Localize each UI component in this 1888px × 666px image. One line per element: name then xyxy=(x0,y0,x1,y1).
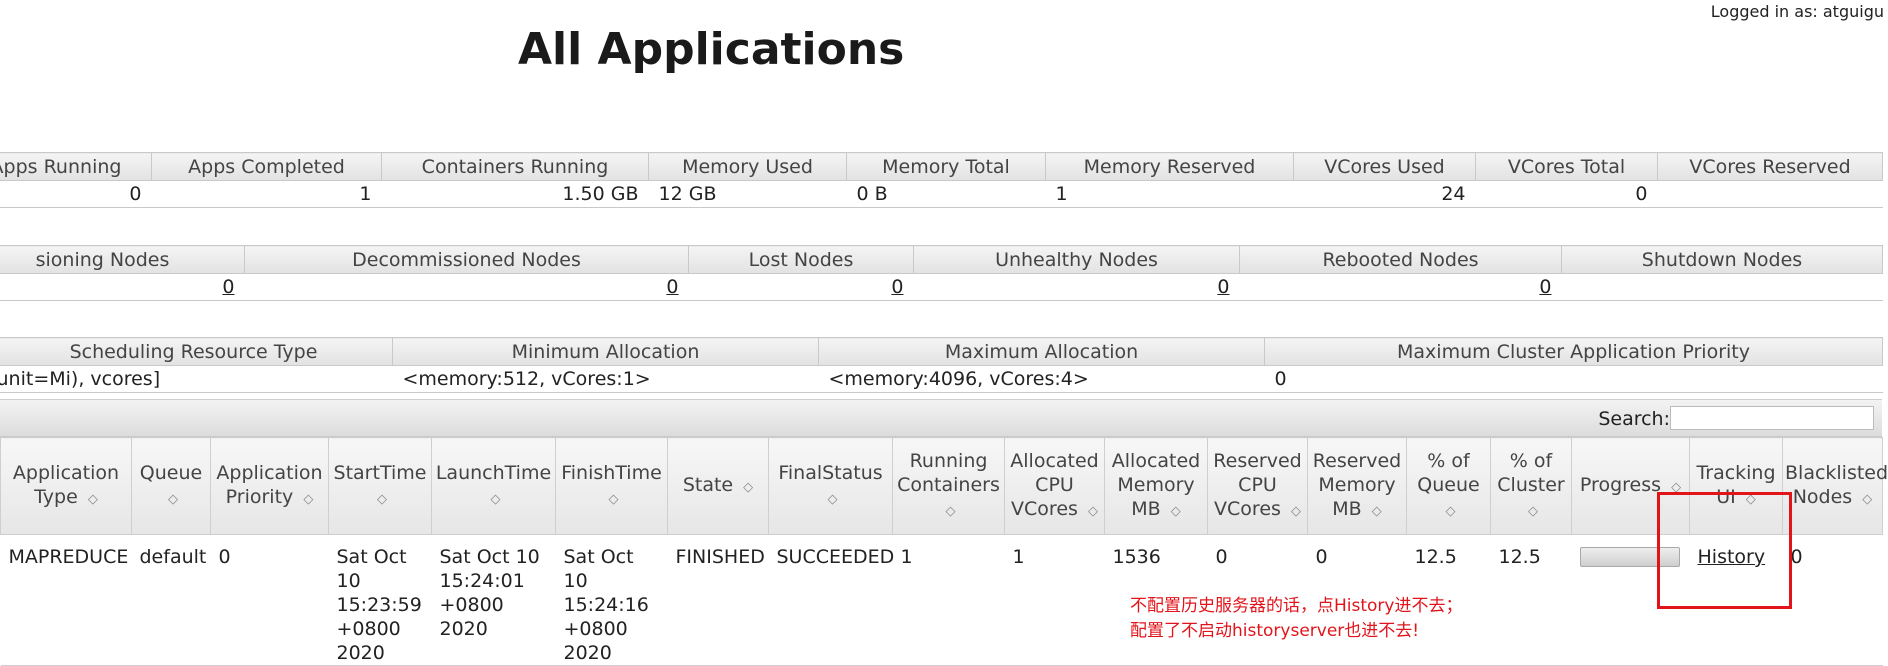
sort-icon: ◇ xyxy=(490,491,501,507)
cluster-metrics-table: Apps Running Apps Completed Containers R… xyxy=(0,152,1883,208)
link-lost-nodes[interactable]: 0 xyxy=(666,276,678,298)
cell-state: FINISHED xyxy=(667,534,769,666)
header-decommissioned-nodes: Decommissioned Nodes xyxy=(244,245,689,274)
cell-final-status: SUCCEEDED xyxy=(768,534,894,666)
link-decommissioned-nodes[interactable]: 0 xyxy=(222,276,234,298)
header-rebooted-nodes: Rebooted Nodes xyxy=(1239,245,1562,274)
header-maximum-allocation: Maximum Allocation xyxy=(818,337,1265,366)
header-memory-total: Memory Total xyxy=(846,152,1046,181)
sort-icon: ◇ xyxy=(1371,503,1382,519)
sort-icon: ◇ xyxy=(87,491,98,507)
highlight-box xyxy=(1657,492,1792,609)
header-apps-completed: Apps Completed xyxy=(151,152,382,181)
header-minimum-allocation: Minimum Allocation xyxy=(392,337,819,366)
header-vcores-used: VCores Used xyxy=(1293,152,1476,181)
value-memory-reserved: 1 xyxy=(1045,180,1294,208)
sort-icon: ◇ xyxy=(1290,503,1301,519)
header-vcores-reserved: VCores Reserved xyxy=(1657,152,1883,181)
cell-running-containers: 1 xyxy=(892,534,1005,666)
value-apps-running: 0 xyxy=(0,180,152,208)
cell-pct-cluster: 12.5 xyxy=(1490,534,1572,666)
value-vcores-used: 24 xyxy=(1293,180,1476,208)
value-vcores-reserved xyxy=(1657,180,1883,208)
header-memory-reserved: Memory Reserved xyxy=(1045,152,1294,181)
col-allocated-cpu-vcores[interactable]: Allocated CPU VCores ◇ xyxy=(1004,437,1105,535)
link-shutdown-nodes[interactable]: 0 xyxy=(1539,276,1551,298)
value-minimum-allocation: <memory:512, vCores:1> xyxy=(392,365,819,393)
header-memory-used: Memory Used xyxy=(648,152,847,181)
col-queue[interactable]: Queue ◇ xyxy=(131,437,211,535)
value-containers-running: 1.50 GB xyxy=(381,180,649,208)
header-decommissioning-nodes: sioning Nodes xyxy=(0,245,245,274)
sort-icon: ◇ xyxy=(827,491,838,507)
value-empty xyxy=(1561,273,1883,301)
sort-icon: ◇ xyxy=(945,503,956,519)
sort-icon: ◇ xyxy=(1862,491,1873,507)
login-status: Logged in as: atguigu xyxy=(1710,2,1884,21)
annotation-line-1: 不配置历史服务器的话，点History进不去； xyxy=(1130,596,1463,616)
cell-blacklisted-nodes: 0 xyxy=(1782,534,1883,666)
cell-application-type: MAPREDUCE xyxy=(0,534,132,666)
header-apps-running: Apps Running xyxy=(0,152,152,181)
table-row: MAPREDUCE default 0 Sat Oct 10 15:23:59 … xyxy=(0,534,1883,666)
header-vcores-total: VCores Total xyxy=(1475,152,1658,181)
col-launch-time[interactable]: LaunchTime ◇ xyxy=(431,437,556,535)
cell-start-time: Sat Oct 10 15:23:59 +0800 2020 xyxy=(328,534,432,666)
col-running-containers[interactable]: Running Containers ◇ xyxy=(892,437,1005,535)
scheduler-metrics-table: Scheduling Resource Type Minimum Allocat… xyxy=(0,337,1883,393)
col-pct-of-queue[interactable]: % of Queue ◇ xyxy=(1406,437,1491,535)
col-application-type[interactable]: Application Type ◇ xyxy=(0,437,132,535)
sort-icon: ◇ xyxy=(1170,503,1181,519)
header-max-cluster-app-priority: Maximum Cluster Application Priority xyxy=(1264,337,1883,366)
sort-icon: ◇ xyxy=(168,491,178,507)
value-memory-used: 12 GB xyxy=(648,180,847,208)
sort-icon: ◇ xyxy=(1087,503,1098,519)
value-memory-total: 0 B xyxy=(846,180,1046,208)
node-metrics-table: sioning Nodes Decommissioned Nodes Lost … xyxy=(0,245,1883,301)
col-state[interactable]: State ◇ xyxy=(667,437,769,535)
search-input[interactable] xyxy=(1670,406,1874,430)
annotation-note: 不配置历史服务器的话，点History进不去； 配置了不启动historyser… xyxy=(1130,594,1462,644)
link-unhealthy-nodes[interactable]: 0 xyxy=(891,276,903,298)
value-maximum-allocation: <memory:4096, vCores:4> xyxy=(818,365,1265,393)
value-apps-completed: 1 xyxy=(151,180,382,208)
apps-table-toolbar: Search: xyxy=(0,399,1882,437)
sort-icon: ◇ xyxy=(608,491,619,507)
link-rebooted-nodes[interactable]: 0 xyxy=(1217,276,1229,298)
cell-launch-time: Sat Oct 10 15:24:01 +0800 2020 xyxy=(431,534,556,666)
sort-icon: ◇ xyxy=(1445,503,1456,519)
col-pct-of-cluster[interactable]: % of Cluster ◇ xyxy=(1490,437,1572,535)
cell-queue: default xyxy=(131,534,211,666)
col-finish-time[interactable]: FinishTime ◇ xyxy=(555,437,668,535)
header-containers-running: Containers Running xyxy=(381,152,649,181)
value-scheduling-resource-type: unit=Mi), vcores] xyxy=(0,365,393,393)
col-allocated-memory-mb[interactable]: Allocated Memory MB ◇ xyxy=(1104,437,1208,535)
sort-icon: ◇ xyxy=(303,491,314,507)
page-title: All Applications xyxy=(518,24,905,75)
col-blacklisted-nodes[interactable]: Blacklisted Nodes ◇ xyxy=(1782,437,1888,535)
value-max-cluster-app-priority: 0 xyxy=(1264,365,1883,393)
annotation-line-2: 配置了不启动historyserver也进不去! xyxy=(1130,621,1420,641)
cell-allocated-cpu: 1 xyxy=(1004,534,1105,666)
sort-icon: ◇ xyxy=(743,479,754,495)
value-vcores-total: 0 xyxy=(1475,180,1658,208)
cell-finish-time: Sat Oct 10 15:24:16 +0800 2020 xyxy=(555,534,668,666)
sort-icon: ◇ xyxy=(1528,503,1538,519)
header-unhealthy-nodes: Unhealthy Nodes xyxy=(913,245,1240,274)
col-reserved-memory-mb[interactable]: Reserved Memory MB ◇ xyxy=(1307,437,1407,535)
header-shutdown-nodes: Shutdown Nodes xyxy=(1561,245,1883,274)
cell-priority: 0 xyxy=(210,534,329,666)
col-reserved-cpu-vcores[interactable]: Reserved CPU VCores ◇ xyxy=(1207,437,1308,535)
col-application-priority[interactable]: Application Priority ◇ xyxy=(210,437,329,535)
sort-icon: ◇ xyxy=(377,491,387,507)
header-lost-nodes: Lost Nodes xyxy=(688,245,914,274)
header-scheduling-resource-type: Scheduling Resource Type xyxy=(0,337,393,366)
search-label: Search: xyxy=(1598,408,1670,430)
applications-table: Application Type ◇ Queue ◇ Application P… xyxy=(0,437,1888,666)
col-final-status[interactable]: FinalStatus ◇ xyxy=(768,437,893,535)
col-start-time[interactable]: StartTime ◇ xyxy=(328,437,432,535)
